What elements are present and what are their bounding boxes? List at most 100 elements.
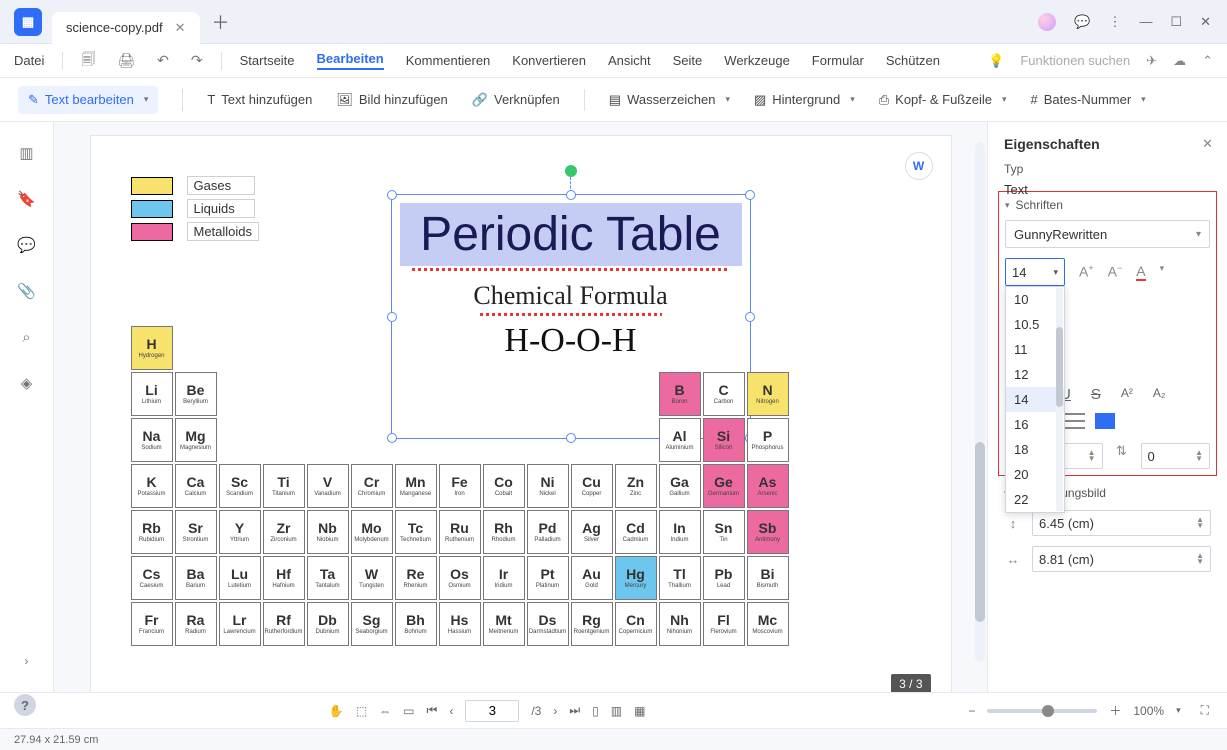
next-page-button[interactable]: › — [553, 704, 557, 718]
app-logo[interactable]: ▦ — [14, 8, 42, 36]
liquids-swatch — [131, 200, 173, 218]
add-text-button[interactable]: TText hinzufügen — [207, 92, 312, 107]
first-page-button[interactable]: ⏮ — [427, 703, 438, 718]
two-page-icon[interactable]: ▦ — [634, 704, 645, 718]
comment-panel-icon[interactable]: 💬 — [16, 234, 38, 256]
zoom-in-button[interactable]: ＋ — [1109, 702, 1121, 719]
menu-startseite[interactable]: Startseite — [240, 53, 295, 68]
font-family-select[interactable]: GunnyRewritten ▾ — [1005, 220, 1210, 248]
print-icon[interactable]: 🖨 — [117, 52, 135, 69]
gases-swatch — [131, 177, 173, 195]
resize-handle-nw[interactable] — [387, 190, 397, 200]
convert-to-word-button[interactable]: W — [905, 152, 933, 180]
increase-font-icon[interactable]: A — [1079, 263, 1094, 281]
edit-text-button[interactable]: ✎Text bearbeiten — [18, 86, 158, 114]
page-number-input[interactable] — [465, 700, 519, 722]
zoom-thumb[interactable] — [1042, 705, 1054, 717]
new-tab-button[interactable]: ＋ — [212, 9, 230, 35]
bates-button[interactable]: #Bates-Nummer — [1031, 92, 1146, 107]
fit-page-icon[interactable]: ▭ — [403, 704, 414, 718]
height-stepper[interactable]: 6.45 (cm)▲▼ — [1032, 510, 1211, 536]
close-tab-icon[interactable]: ✕ — [175, 20, 186, 36]
subscript-button[interactable]: A₂ — [1153, 386, 1166, 403]
zoom-slider[interactable] — [987, 709, 1097, 713]
function-search[interactable]: Funktionen suchen — [1020, 53, 1130, 68]
canvas-area[interactable]: W Gases Liquids Metalloids — [54, 122, 987, 692]
resize-handle-ne[interactable] — [745, 190, 755, 200]
fit-width-icon[interactable]: ⇔ — [379, 704, 391, 718]
menu-schuetzen[interactable]: Schützen — [886, 53, 940, 68]
rotate-handle[interactable] — [565, 165, 577, 177]
menu-seite[interactable]: Seite — [673, 53, 703, 68]
prev-page-button[interactable]: ‹ — [449, 704, 453, 718]
file-menu[interactable]: Datei — [14, 53, 44, 68]
watermark-icon: ▤ — [609, 92, 621, 108]
chat-icon[interactable]: 💬 — [1074, 14, 1090, 30]
element-Hf: HfHafnium — [263, 556, 305, 600]
scroll-thumb[interactable] — [975, 442, 985, 622]
menu-formular[interactable]: Formular — [812, 53, 864, 68]
vertical-scrollbar[interactable] — [975, 142, 985, 662]
user-avatar[interactable] — [1038, 13, 1056, 31]
align-justify-button[interactable] — [1095, 413, 1115, 429]
font-color-icon[interactable]: A — [1136, 263, 1145, 281]
menu-werkzeuge[interactable]: Werkzeuge — [724, 53, 790, 68]
link-button[interactable]: 🔗Verknüpfen — [472, 92, 560, 108]
superscript-button[interactable]: A² — [1121, 386, 1133, 403]
send-icon[interactable]: ✈ — [1146, 53, 1157, 69]
cloud-icon[interactable]: ☁ — [1173, 53, 1186, 69]
search-panel-icon[interactable]: ⌕ — [16, 326, 38, 348]
bulb-icon[interactable]: 💡 — [988, 53, 1004, 69]
line-spacing-stepper[interactable]: 0▲▼ — [1141, 443, 1211, 469]
resize-handle-n[interactable] — [566, 190, 576, 200]
width-stepper[interactable]: 8.81 (cm)▲▼ — [1032, 546, 1211, 572]
strike-button[interactable]: S — [1091, 386, 1101, 403]
layers-icon[interactable]: ◈ — [16, 372, 38, 394]
fonts-section-header[interactable]: Schriften — [1005, 198, 1210, 212]
minimize-button[interactable]: — — [1139, 14, 1152, 29]
expand-sidebar-icon[interactable]: › — [16, 650, 38, 672]
watermark-button[interactable]: ▤Wasserzeichen — [609, 92, 730, 108]
close-window-button[interactable]: ✕ — [1200, 14, 1211, 30]
metalloids-swatch — [131, 223, 173, 241]
element-Mt: MtMeitnerium — [483, 602, 525, 646]
zoom-out-button[interactable]: − — [968, 704, 975, 718]
help-button[interactable]: ? — [14, 694, 36, 716]
zoom-value[interactable]: 100% — [1133, 704, 1164, 718]
height-icon: ↕ — [1004, 516, 1022, 531]
attachment-icon[interactable]: 📎 — [16, 280, 38, 302]
fullscreen-icon[interactable]: ⛶ — [1201, 703, 1209, 718]
undo-icon[interactable]: ↶ — [157, 52, 169, 69]
header-footer-button[interactable]: ⎙Kopf- & Fußzeile — [879, 92, 1007, 108]
image-icon: 🖼 — [336, 92, 353, 108]
menu-konvertieren[interactable]: Konvertieren — [512, 53, 586, 68]
font-size-dropdown[interactable]: 1010.511121416182022 — [1005, 286, 1065, 513]
single-page-icon[interactable]: ▯ — [592, 704, 599, 718]
resize-handle-e[interactable] — [745, 312, 755, 322]
last-page-button[interactable]: ⏭ — [569, 703, 580, 718]
hand-tool-icon[interactable]: ✋ — [329, 704, 344, 718]
thumbnails-icon[interactable]: ▥ — [16, 142, 38, 164]
more-icon[interactable]: ⋮ — [1108, 14, 1121, 30]
maximize-button[interactable]: ☐ — [1170, 14, 1182, 30]
redo-icon[interactable]: ↷ — [191, 52, 203, 69]
align-right-button[interactable] — [1065, 413, 1085, 429]
font-size-select[interactable]: 14 ▾ — [1005, 258, 1065, 286]
continuous-icon[interactable]: ▥ — [611, 704, 622, 718]
background-button[interactable]: ▨Hintergrund — [754, 92, 855, 108]
bookmark-icon[interactable]: 🔖 — [16, 188, 38, 210]
add-image-button[interactable]: 🖼Bild hinzufügen — [336, 92, 447, 108]
save-icon[interactable]: 🗐 — [81, 49, 95, 73]
resize-handle-w[interactable] — [387, 312, 397, 322]
select-tool-icon[interactable]: ⬚ — [356, 704, 367, 718]
menu-kommentieren[interactable]: Kommentieren — [406, 53, 491, 68]
dropdown-scroll-thumb[interactable] — [1056, 327, 1063, 407]
close-panel-icon[interactable]: ✕ — [1202, 136, 1213, 152]
decrease-font-icon[interactable]: A — [1108, 263, 1123, 281]
collapse-ribbon-icon[interactable]: ⌃ — [1202, 53, 1213, 69]
element-C: CCarbon — [703, 372, 745, 416]
chevron-down-icon[interactable]: ▾ — [1160, 263, 1165, 281]
menu-ansicht[interactable]: Ansicht — [608, 53, 651, 68]
menu-bearbeiten[interactable]: Bearbeiten — [317, 51, 384, 70]
file-tab[interactable]: science-copy.pdf ✕ — [52, 12, 200, 44]
